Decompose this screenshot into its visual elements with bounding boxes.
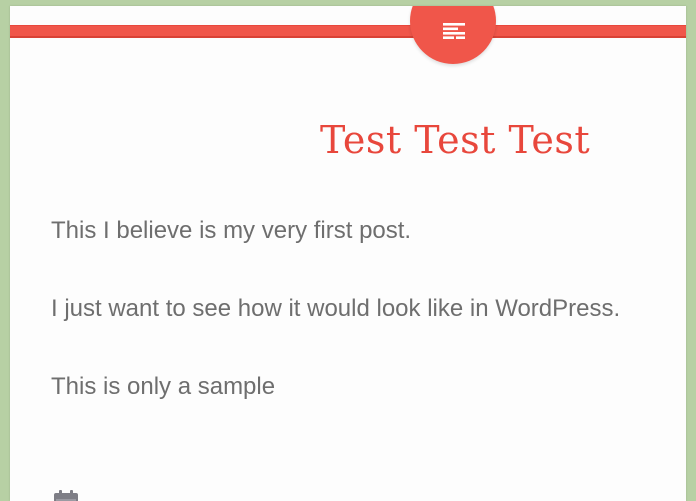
menu-lines-icon [443,23,465,39]
calendar-icon [54,490,78,501]
header-bar [10,25,686,38]
post-paragraph: This is only a sample [51,373,276,400]
post-paragraph: I just want to see how it would look lik… [51,295,621,322]
post-paragraph: This I believe is my very first post. [51,217,412,244]
menu-button[interactable] [410,6,496,64]
post-content: This I believe is my very first post. I … [51,218,671,452]
post-card: Test Test Test This I believe is my very… [10,6,686,501]
post-title[interactable]: Test Test Test [10,118,686,162]
post-meta [53,490,79,501]
